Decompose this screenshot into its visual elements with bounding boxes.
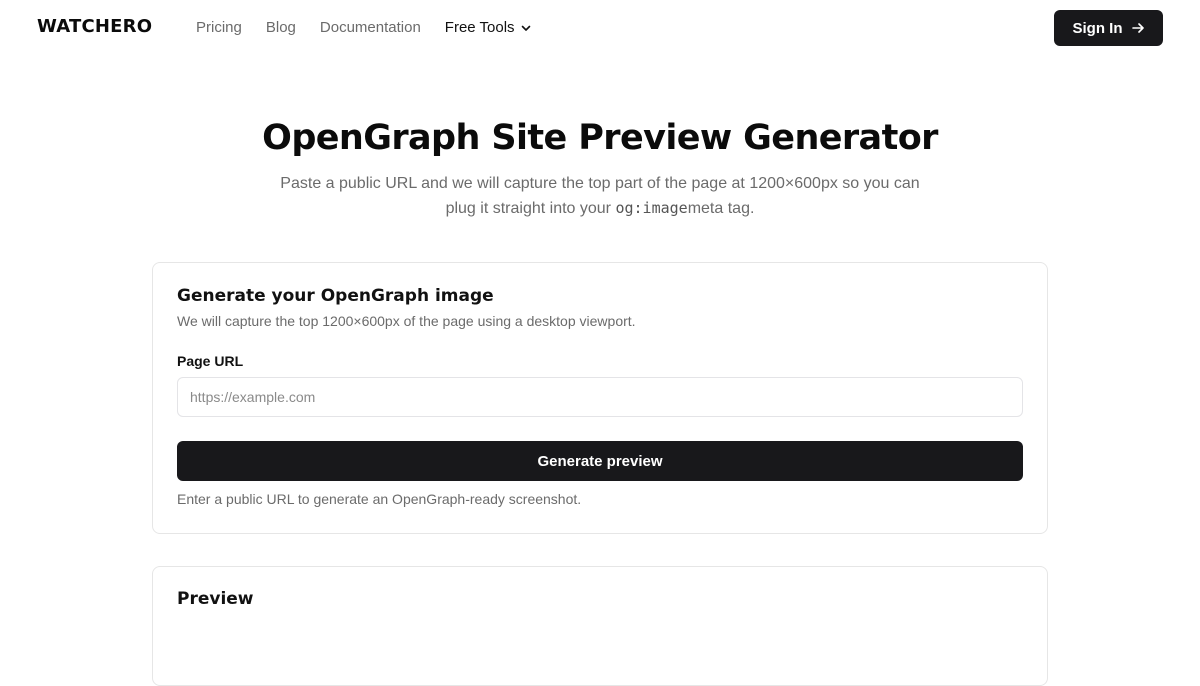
arrow-right-icon xyxy=(1131,23,1144,33)
top-navigation: WATCHERO Pricing Blog Documentation Free… xyxy=(0,0,1200,56)
sign-in-label: Sign In xyxy=(1072,19,1123,37)
subtitle-text: Paste a public URL and we will capture t… xyxy=(280,175,920,217)
sign-in-button[interactable]: Sign In xyxy=(1054,10,1163,46)
page-subtitle: Paste a public URL and we will capture t… xyxy=(270,172,930,221)
preview-card: Preview xyxy=(152,566,1048,686)
preview-title: Preview xyxy=(177,589,254,609)
main-nav: Pricing Blog Documentation Free Tools xyxy=(196,18,533,38)
card-title: Generate your OpenGraph image xyxy=(177,286,494,306)
helper-text: Enter a public URL to generate an OpenGr… xyxy=(177,491,582,507)
generate-card: Generate your OpenGraph image We will ca… xyxy=(152,262,1048,534)
subtitle-text-end: meta tag. xyxy=(687,200,755,217)
page-url-label: Page URL xyxy=(177,353,244,369)
nav-link-free-tools-label: Free Tools xyxy=(444,19,515,36)
og-image-code: og:image xyxy=(615,199,688,217)
page-url-input[interactable] xyxy=(177,377,1023,417)
watchero-logo[interactable]: WATCHERO xyxy=(37,16,152,37)
nav-link-blog[interactable]: Blog xyxy=(266,18,296,38)
card-description: We will capture the top 1200×600px of th… xyxy=(177,313,636,329)
chevron-down-icon xyxy=(521,25,530,31)
nav-link-documentation[interactable]: Documentation xyxy=(320,18,421,38)
generate-preview-button[interactable]: Generate preview xyxy=(177,441,1023,481)
nav-dropdown-free-tools[interactable]: Free Tools xyxy=(445,18,533,38)
nav-link-pricing[interactable]: Pricing xyxy=(196,18,242,38)
page-title: OpenGraph Site Preview Generator xyxy=(262,118,938,158)
